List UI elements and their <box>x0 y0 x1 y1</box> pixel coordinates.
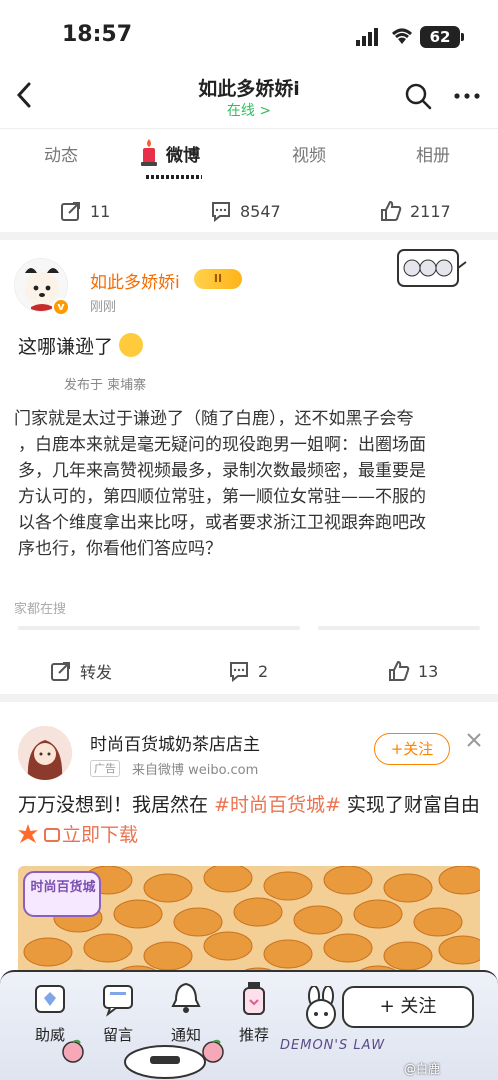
message-icon <box>103 985 133 1017</box>
profile-tabs: 动态 微博 视频 相册 <box>0 128 498 186</box>
member-level-badge[interactable]: II <box>194 269 242 289</box>
comment-button[interactable]: 8547 <box>210 186 281 236</box>
comment-button[interactable]: 2 <box>228 646 268 696</box>
hint-divider <box>18 626 300 630</box>
trending-search-hint[interactable]: 家都在搜 <box>14 598 66 617</box>
follow-button[interactable]: +关注 <box>374 733 450 765</box>
repost-label: 转发 <box>80 663 113 682</box>
anime-girl-avatar-icon <box>18 726 72 780</box>
tab-weibo[interactable]: 微博 <box>166 141 200 166</box>
status-bar: 18:57 62 <box>0 0 498 70</box>
comment-icon <box>230 662 248 682</box>
link-icon <box>44 828 61 842</box>
profile-header: 如此多娇娇i 在线 > <box>0 70 498 128</box>
ad-tag: 广告 <box>90 760 120 777</box>
peach-icon <box>62 1039 84 1063</box>
post-time: 刚刚 <box>90 300 117 315</box>
post-text: 这哪谦逊了 <box>18 332 144 359</box>
ad-source: 来自微博 weibo.com <box>132 763 259 778</box>
quote-line: 方认可的，第四顺位常驻，第一顺位女常驻——不服的 <box>18 487 426 507</box>
status-time: 18:57 <box>62 22 133 47</box>
quote-line: 多，几年来高赞视频最多，录制次数最频密，最重要是 <box>18 461 426 481</box>
post-location: 发布于 柬埔寨 <box>64 378 147 393</box>
bunny-mascot-icon <box>306 986 336 1029</box>
verified-badge: v <box>52 298 70 316</box>
more-options-icon[interactable] <box>452 82 482 110</box>
ad-text-part: 万万没想到！我居然在 <box>18 794 215 816</box>
post-card: v 如此多娇娇i II 刚刚 这哪谦逊了 发布于 柬埔寨 门家就是太过于谦逊了（… <box>0 240 498 694</box>
quote-line: 以各个维度拿出来比呀，或者要求浙江卫视跟奔跑吧改 <box>18 513 426 533</box>
post-text-content: 这哪谦逊了 <box>18 336 114 358</box>
comment-count: 8547 <box>240 201 281 221</box>
like-button[interactable]: 2117 <box>380 186 451 236</box>
post-card-previous: 11 8547 2117 <box>0 186 498 232</box>
follow-user-button[interactable]: + 关注 <box>342 986 474 1028</box>
candle-icon <box>141 139 157 166</box>
ad-text: 万万没想到！我居然在 #时尚百货城# 实现了财富自由 立即下载 <box>18 790 488 850</box>
quote-line: 门家就是太过于谦逊了（随了白鹿），还不如黑子会夸 <box>14 409 414 429</box>
ad-text-part: 实现了财富自由 <box>340 794 480 816</box>
post-quote: 门家就是太过于谦逊了（随了白鹿），还不如黑子会夸 ，白鹿本来就是毫无疑问的现役跑… <box>0 406 498 562</box>
repost-count: 11 <box>90 201 111 221</box>
ad-account-name[interactable]: 时尚百货城奶茶店店主 <box>90 730 260 755</box>
tab-video[interactable]: 视频 <box>292 141 326 166</box>
quote-line: 序也行，你看他们答应吗？ <box>18 539 222 559</box>
ad-topic-link[interactable]: #时尚百货城# <box>214 794 341 816</box>
cheer-icon <box>35 985 65 1013</box>
thumbs-up-icon <box>381 200 402 221</box>
active-tab-underline <box>146 175 202 179</box>
battery-indicator: 62 <box>420 26 464 48</box>
download-label: 立即下载 <box>62 824 139 846</box>
watermark: @白鹿 <box>404 1062 441 1076</box>
quote-line: ，白鹿本来就是毫无疑问的现役跑男一姐啊：出圈场面 <box>18 435 426 455</box>
hint-divider <box>318 626 480 630</box>
repost-button[interactable]: 转发 <box>50 646 112 696</box>
comment-count: 2 <box>258 661 269 681</box>
cellular-signal-icon <box>356 28 378 46</box>
recommend-label: 推荐 <box>238 1026 269 1044</box>
thumbs-up-icon <box>389 660 410 681</box>
like-count: 13 <box>418 661 439 681</box>
brand-text: DEMON'S LAW <box>280 1038 386 1053</box>
smirk-emoji-icon <box>119 333 144 357</box>
post-actions: 11 8547 2117 <box>0 186 498 232</box>
cheer-button[interactable]: 助威 <box>20 972 80 1045</box>
wifi-icon <box>392 28 412 44</box>
recommend-button[interactable]: 推荐 <box>224 972 284 1045</box>
peach-icon <box>202 1039 224 1063</box>
search-icon[interactable] <box>404 82 432 110</box>
decor-card-icon <box>397 249 467 287</box>
post-actions: 转发 2 13 <box>0 646 498 696</box>
explosion-emoji-icon <box>18 824 38 843</box>
repost-icon <box>61 202 80 221</box>
tab-album[interactable]: 相册 <box>416 141 450 166</box>
dog-mascot-icon <box>124 1045 206 1079</box>
ad-avatar[interactable] <box>18 726 72 780</box>
repost-icon <box>51 662 70 681</box>
tab-dynamics[interactable]: 动态 <box>44 141 78 166</box>
ad-image-logo: 时尚百货城 <box>30 880 96 895</box>
close-icon[interactable] <box>466 732 482 748</box>
like-count: 2117 <box>410 201 451 221</box>
bottle-icon <box>243 982 265 1015</box>
like-button[interactable]: 13 <box>388 646 438 696</box>
post-username[interactable]: 如此多娇娇i <box>90 268 180 293</box>
repost-button[interactable]: 11 <box>60 186 110 236</box>
download-link[interactable]: 立即下载 <box>44 824 138 846</box>
bell-icon <box>171 982 201 1013</box>
comment-icon <box>212 202 230 222</box>
